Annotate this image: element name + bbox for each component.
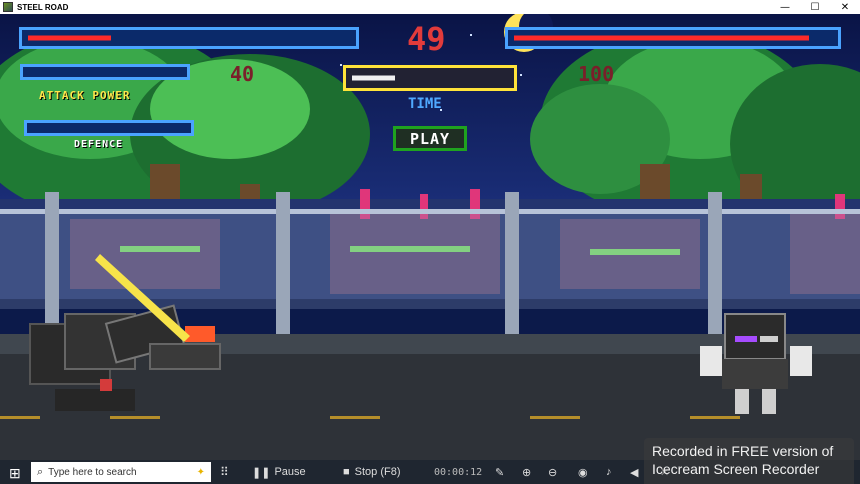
time-fill xyxy=(352,75,396,81)
recorder-watermark: Recorded in FREE version of Icecream Scr… xyxy=(644,438,854,484)
play-button[interactable]: PLAY xyxy=(393,126,467,151)
window-title: STEEL ROAD xyxy=(17,2,69,12)
pen-icon[interactable]: ✎ xyxy=(495,464,504,480)
app-icon xyxy=(3,2,13,12)
watermark-line-2: Icecream Screen Recorder xyxy=(652,461,820,477)
zoom-icon[interactable]: ⊕ xyxy=(522,464,531,480)
minimize-icon[interactable]: — xyxy=(770,0,800,14)
player-health-bar xyxy=(19,27,359,49)
pause-label: Pause xyxy=(274,466,306,478)
stop-button[interactable]: ■ Stop (F8) xyxy=(343,464,401,480)
enemy-health-fill xyxy=(514,35,809,41)
attack-value: 40 xyxy=(230,62,255,86)
defence-label: DEFENCE xyxy=(74,139,124,150)
task-view-icon[interactable]: ⠿ xyxy=(220,464,229,480)
minus-icon[interactable]: ⊖ xyxy=(548,464,557,480)
defence-bar xyxy=(24,120,194,136)
attack-power-label: ATTACK POWER xyxy=(39,89,131,102)
windows-start-icon[interactable]: ⊞ xyxy=(9,465,21,482)
sparkle-icon: ✦ xyxy=(196,466,205,478)
microphone-icon[interactable]: ♪ xyxy=(606,464,612,480)
time-label: TIME xyxy=(408,96,442,112)
stop-label: Stop (F8) xyxy=(354,466,401,478)
stop-icon: ■ xyxy=(343,466,350,478)
watermark-line-1: Recorded in FREE version of xyxy=(652,443,834,459)
enemy-health-bar xyxy=(505,27,841,49)
close-icon[interactable]: ✕ xyxy=(830,0,860,14)
game-scene: ATTACK POWER 40 DEFENCE 49 TIME PLAY 100 xyxy=(0,14,860,460)
search-icon: ⌕ xyxy=(37,465,44,478)
search-placeholder: Type here to search xyxy=(48,466,137,478)
elapsed-time: 00:00:12 xyxy=(434,466,483,478)
pause-icon: ❚❚ xyxy=(252,466,271,479)
time-bar xyxy=(343,65,517,91)
title-bar: STEEL ROAD — ☐ ✕ xyxy=(0,0,860,14)
maximize-icon[interactable]: ☐ xyxy=(800,0,830,14)
search-input[interactable]: ⌕ Type here to search ✦ xyxy=(31,462,211,482)
pause-button[interactable]: ❚❚ Pause xyxy=(252,464,306,480)
camera-icon[interactable]: ◉ xyxy=(578,464,588,480)
player-health-fill xyxy=(28,35,112,41)
attack-power-bar xyxy=(20,64,190,80)
enemy-health-value: 100 xyxy=(578,62,615,86)
speaker-icon[interactable]: ◀ xyxy=(630,464,638,480)
timer-value: 49 xyxy=(407,20,446,58)
